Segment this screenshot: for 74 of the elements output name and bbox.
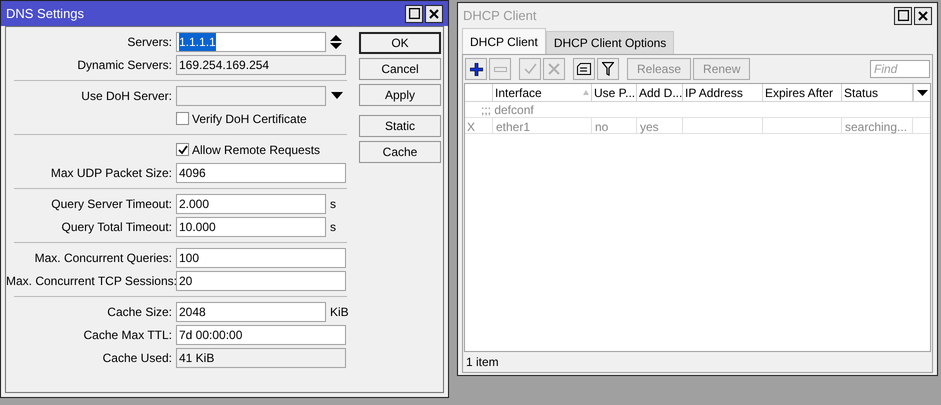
check-icon (524, 63, 536, 75)
input-field[interactable]: 100 (176, 248, 346, 268)
window-title: DHCP Client (463, 6, 538, 25)
field-label: Max. Concurrent Queries: (34, 250, 173, 266)
add-button[interactable] (465, 58, 487, 80)
dropdown-field[interactable] (176, 86, 326, 106)
column-header[interactable]: IP Address (683, 84, 763, 101)
input-field[interactable]: 7d 00:00:00 (176, 324, 346, 344)
dialog-button[interactable]: Apply (359, 84, 441, 106)
field-label: Cache Size: (106, 304, 173, 320)
close-icon (918, 10, 928, 20)
dialog-button[interactable]: OK (359, 32, 441, 54)
maximize-button[interactable] (405, 4, 423, 22)
field-label: Query Server Timeout: (50, 196, 173, 212)
dropdown-arrow-icon[interactable] (331, 92, 343, 99)
comment-text: ;;; defconf (481, 102, 534, 118)
column-header[interactable]: Add D... (637, 84, 683, 101)
cross-icon (548, 63, 560, 75)
close-button[interactable] (914, 6, 932, 24)
field-label: Max UDP Packet Size: (50, 164, 173, 182)
checkbox-label: Verify DoH Certificate (192, 110, 307, 128)
dialog-button[interactable]: Cancel (359, 58, 441, 80)
comment-button[interactable] (573, 58, 595, 80)
field-label: Dynamic Servers: (76, 56, 173, 74)
check-icon (178, 144, 188, 154)
input-field[interactable]: 169.254.169.254 (176, 54, 346, 74)
field-label: Servers: (126, 34, 173, 50)
maximize-icon (408, 8, 420, 19)
find-field[interactable]: Find (870, 60, 930, 78)
tab[interactable]: DHCP Client Options (546, 31, 674, 54)
checkbox-label: Allow Remote Requests (192, 142, 320, 158)
table-cell: X (465, 118, 493, 133)
spinner-icon[interactable] (330, 34, 342, 48)
field-label: Max. Concurrent TCP Sessions: (6, 272, 176, 290)
maximize-button[interactable] (894, 6, 912, 24)
field-label: Cache Max TTL: (82, 326, 173, 344)
tab[interactable]: DHCP Client (462, 28, 546, 54)
checkbox[interactable] (176, 112, 189, 125)
input-field[interactable]: 20 (176, 270, 346, 290)
status-text: 1 item (466, 354, 499, 371)
maximize-icon (898, 10, 908, 21)
table-cell: yes (637, 118, 683, 133)
unit-label: s (330, 196, 336, 212)
column-header[interactable]: Status (842, 84, 913, 101)
column-header[interactable]: Use P... (592, 84, 637, 101)
dialog-button[interactable]: Static (359, 115, 441, 137)
field-label: Cache Used: (102, 350, 173, 366)
field-label: Query Total Timeout: (60, 218, 173, 236)
table-cell: ether1 (493, 118, 592, 133)
input-field[interactable]: 41 KiB (176, 348, 346, 368)
sort-icon (583, 90, 589, 95)
plus-icon (470, 62, 482, 76)
input-field[interactable]: 2048 (176, 302, 326, 322)
table-cell: no (592, 118, 637, 133)
input-field[interactable]: 1.1.1.1 (176, 32, 326, 52)
field-label: Use DoH Server: (80, 88, 173, 104)
input-field[interactable]: 10.000 (176, 216, 326, 236)
table-cell: searching... (842, 118, 913, 133)
minus-icon (494, 66, 506, 72)
filter-icon (602, 62, 614, 76)
column-menu-icon[interactable] (916, 90, 928, 96)
column-header[interactable]: Expires After (763, 84, 842, 101)
input-field[interactable]: 4096 (176, 162, 346, 182)
column-header[interactable]: Interface (493, 84, 592, 101)
window-title: DNS Settings (6, 4, 86, 23)
input-field[interactable]: 2.000 (176, 194, 326, 214)
dialog-button[interactable]: Cache (359, 141, 441, 163)
note-icon (577, 63, 591, 75)
unit-label: s (330, 218, 336, 236)
close-button[interactable] (425, 4, 443, 22)
checkbox[interactable] (176, 143, 189, 156)
filter-button[interactable] (597, 58, 619, 80)
unit-label: KiB (330, 304, 349, 320)
close-icon (429, 8, 439, 18)
